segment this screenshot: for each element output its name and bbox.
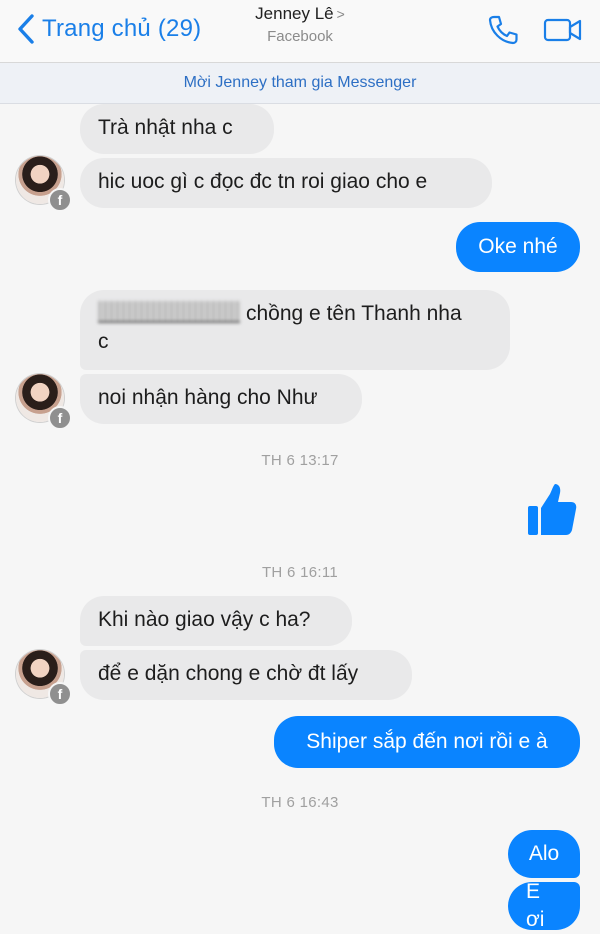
outgoing-message: Shiper sắp đến nơi rồi e à: [274, 716, 580, 768]
message-text: Trà nhật nha c: [98, 116, 233, 139]
message-text: E ơi: [526, 880, 545, 931]
conversation-title: Jenney Lê > Facebook: [200, 4, 400, 45]
message-text: để e dặn chong e chờ đt lấy: [98, 662, 359, 685]
redacted-name: [98, 301, 240, 323]
timestamp: TH 6 13:17: [261, 452, 339, 469]
message-text: Shiper sắp đến nơi rồi e à: [306, 730, 548, 753]
message-text: c: [98, 330, 109, 353]
timestamp: TH 6 16:11: [261, 564, 339, 581]
thumbs-up-icon[interactable]: [526, 482, 578, 538]
message-text: hic uoc gì c đọc đc tn roi giao cho e: [98, 170, 428, 193]
facebook-badge-icon: f: [48, 188, 72, 212]
incoming-message: để e dặn chong e chờ đt lấy: [80, 650, 412, 700]
message-text: noi nhận hàng cho Như: [98, 386, 318, 409]
chat-header: Trang chủ (29) Jenney Lê > Facebook: [0, 0, 600, 63]
message-text: chồng e tên Thanh nha: [246, 302, 462, 325]
timestamp: TH 6 16:43: [261, 794, 339, 811]
outgoing-message: Alo: [508, 830, 580, 878]
contact-name: Jenney Lê: [255, 4, 334, 23]
incoming-message: hic uoc gì c đọc đc tn roi giao cho e: [80, 158, 492, 208]
contact-source: Facebook: [267, 28, 333, 45]
outgoing-message: Oke nhé: [456, 222, 580, 272]
chevron-left-icon: [18, 14, 34, 44]
outgoing-message: E ơi: [508, 880, 580, 931]
incoming-message: chồng e tên Thanh nha c: [80, 290, 510, 370]
message-text: Alo: [528, 842, 560, 865]
contact-name-link[interactable]: Jenney Lê >: [200, 4, 400, 24]
message-thread: Trà nhật nha c hic uoc gì c đọc đc tn ro…: [0, 104, 600, 931]
video-camera-icon[interactable]: [543, 16, 583, 44]
incoming-message: noi nhận hàng cho Như: [80, 374, 362, 424]
back-button[interactable]: Trang chủ (29): [14, 12, 201, 46]
back-label: Trang chủ (29): [42, 15, 202, 42]
invite-to-messenger-banner[interactable]: Mời Jenney tham gia Messenger: [0, 63, 600, 104]
incoming-message: Trà nhật nha c: [80, 104, 274, 154]
facebook-badge-icon: f: [48, 682, 72, 706]
incoming-message: Khi nào giao vậy c ha?: [80, 596, 352, 646]
phone-icon[interactable]: [486, 14, 520, 46]
message-text: Khi nào giao vậy c ha?: [98, 608, 311, 631]
chevron-right-icon: >: [336, 6, 345, 22]
message-text: Oke nhé: [478, 235, 558, 258]
facebook-badge-icon: f: [48, 406, 72, 430]
